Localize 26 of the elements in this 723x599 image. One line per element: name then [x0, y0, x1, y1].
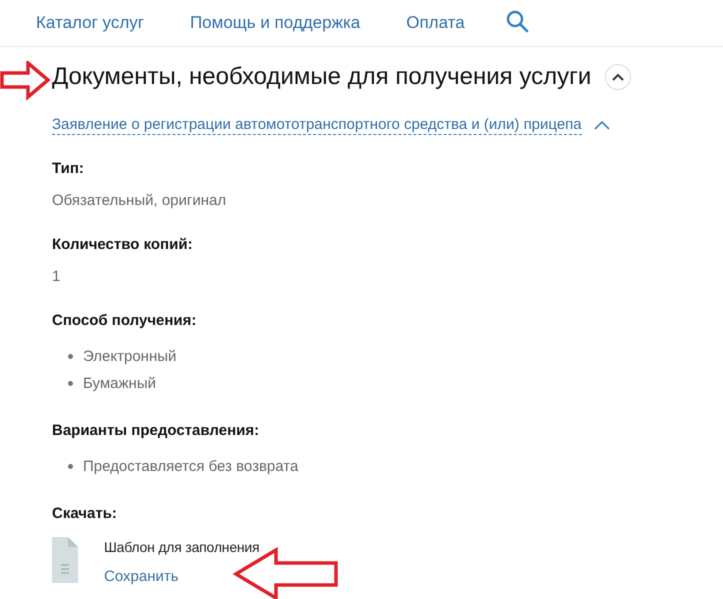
field-value: Обязательный, оригинал	[52, 191, 228, 211]
field-label: Тип:	[52, 159, 85, 179]
field-label: Количество копий:	[52, 235, 194, 255]
bullet-icon	[68, 464, 73, 469]
list-item: Предоставляется без возврата	[83, 456, 298, 476]
arrow-drawing	[0, 61, 52, 101]
bullet-icon	[68, 354, 73, 359]
file-name: Шаблон для заполнения	[104, 538, 260, 557]
nav-link[interactable]: Каталог услуг	[36, 13, 144, 33]
field-label: Скачать:	[52, 504, 118, 524]
nav-link[interactable]: Помощь и поддержка	[190, 13, 360, 33]
field-label: Способ получения:	[52, 311, 198, 331]
search-icon[interactable]	[504, 9, 529, 33]
document-icon	[52, 537, 78, 583]
field-value: 1	[52, 267, 62, 287]
list-item: Электронный	[83, 346, 176, 366]
bullet-icon	[68, 381, 73, 386]
list-item: Бумажный	[83, 374, 156, 394]
chevron-icon	[612, 73, 624, 81]
document-link[interactable]: Заявление о регистрации автомототранспортного средства и (или) прицепа	[52, 116, 582, 134]
section-heading: Документы, необходимые для получения услуги	[52, 63, 592, 91]
field-label: Варианты предоставления:	[52, 421, 260, 441]
chevron-icon[interactable]	[594, 120, 610, 130]
save-link[interactable]: Сохранить	[104, 567, 260, 587]
nav-link[interactable]: Оплата	[406, 13, 465, 33]
collapse-button[interactable]	[605, 64, 632, 90]
